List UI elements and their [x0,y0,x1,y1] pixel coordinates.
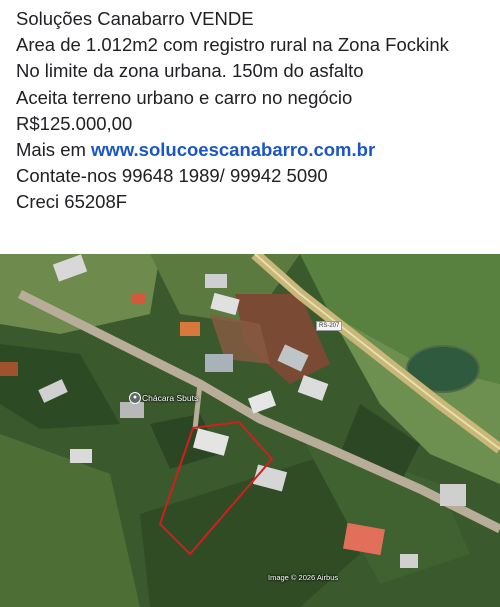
post-area: Area de 1.012m2 com registro rural na Zo… [16,34,449,56]
post-location: No limite da zona urbana. 150m do asfalt… [16,60,364,82]
post-trade: Aceita terreno urbano e carro no negócio [16,86,353,108]
road-badge: RS-207 [316,321,343,331]
website-link[interactable]: www.solucoescanabarro.com.br [91,139,375,160]
post-more: Mais em www.solucoescanabarro.com.br [16,137,492,163]
satellite-drawing [0,254,500,607]
post-creci: Creci 65208F [16,191,128,213]
image-attribution: Image © 2026 Airbus [268,573,339,582]
post-more-prefix: Mais em [16,139,92,161]
post-text: Soluções Canabarro VENDE Area de 1.012m2… [16,6,492,216]
location-pin-icon[interactable]: ● [129,392,141,404]
post-title: Soluções Canabarro VENDE [16,8,254,29]
post-price: R$125.000,00 [16,112,133,134]
post-contact: Contate-nos 99648 1989/ 99942 5090 [16,165,328,187]
satellite-image[interactable]: RS-207 ● Chácara Sbuts Image © 2026 Airb… [0,254,500,607]
poi-label[interactable]: Chácara Sbuts [142,393,198,403]
